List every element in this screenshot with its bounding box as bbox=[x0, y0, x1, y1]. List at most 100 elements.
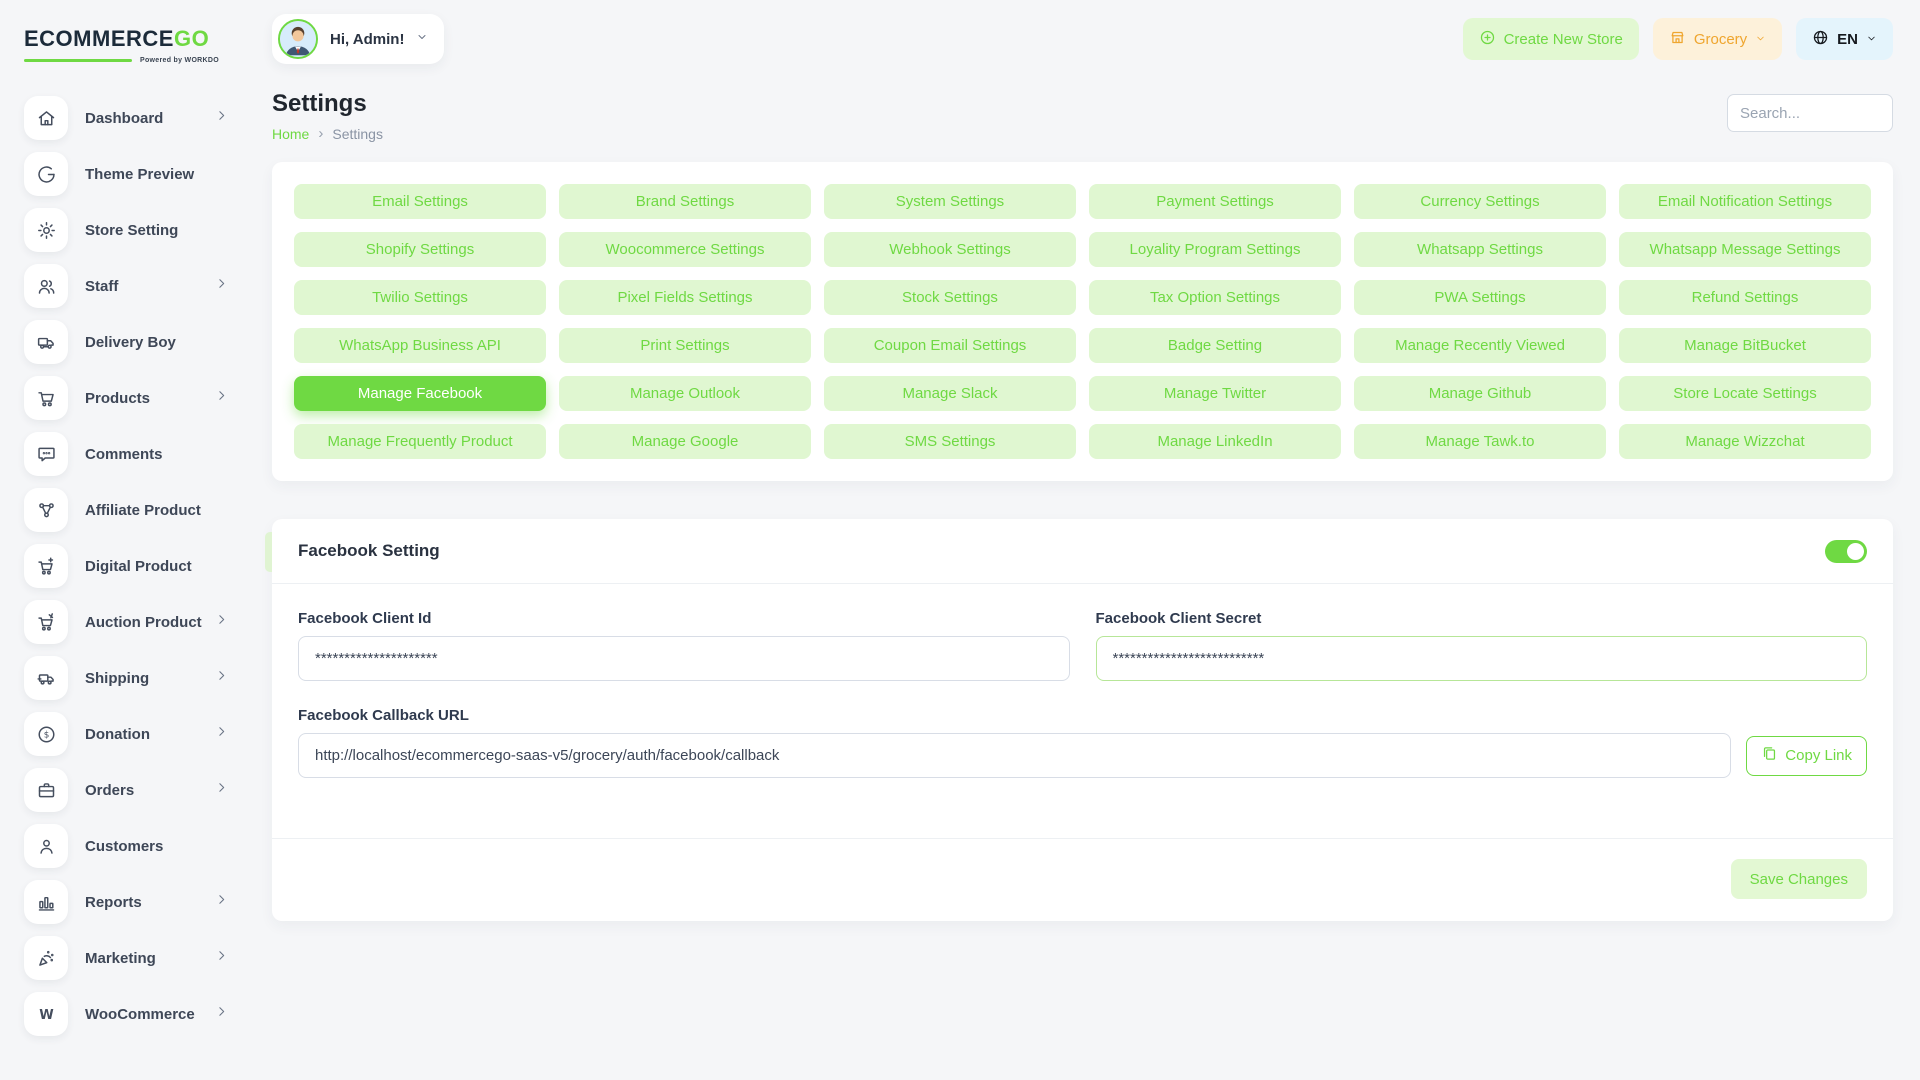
sidebar-item-label: Donation bbox=[85, 726, 150, 743]
comment-icon bbox=[24, 432, 68, 476]
callback-url-input[interactable] bbox=[298, 733, 1731, 778]
create-new-store-button[interactable]: Create New Store bbox=[1463, 18, 1639, 60]
dollar-circle-icon: $ bbox=[24, 712, 68, 756]
settings-tab-manage-recently-viewed[interactable]: Manage Recently Viewed bbox=[1354, 328, 1606, 363]
logo-main-text: ECOMMERCE bbox=[24, 26, 174, 51]
people-icon bbox=[24, 264, 68, 308]
cart-plus-icon bbox=[24, 544, 68, 588]
callback-field-group: Facebook Callback URL Copy Link bbox=[298, 707, 1867, 778]
sidebar-item-label: Affiliate Product bbox=[85, 502, 201, 519]
facebook-enable-toggle[interactable] bbox=[1825, 540, 1867, 563]
sidebar-item-woocommerce[interactable]: W WooCommerce bbox=[24, 986, 228, 1042]
sidebar-item-staff[interactable]: Staff bbox=[24, 258, 228, 314]
settings-tab-manage-google[interactable]: Manage Google bbox=[559, 424, 811, 459]
settings-tab-whatsapp-message-settings[interactable]: Whatsapp Message Settings bbox=[1619, 232, 1871, 267]
sidebar-item-products[interactable]: Products bbox=[24, 370, 228, 426]
sidebar-item-label: Digital Product bbox=[85, 558, 192, 575]
settings-tab-brand-settings[interactable]: Brand Settings bbox=[559, 184, 811, 219]
settings-tab-system-settings[interactable]: System Settings bbox=[824, 184, 1076, 219]
settings-tab-currency-settings[interactable]: Currency Settings bbox=[1354, 184, 1606, 219]
settings-tab-refund-settings[interactable]: Refund Settings bbox=[1619, 280, 1871, 315]
sidebar-item-store-setting[interactable]: Store Setting bbox=[24, 202, 228, 258]
sidebar-item-label: Reports bbox=[85, 894, 142, 911]
settings-tab-badge-setting[interactable]: Badge Setting bbox=[1089, 328, 1341, 363]
home-icon bbox=[24, 96, 68, 140]
sidebar-item-digital-product[interactable]: Digital Product bbox=[24, 538, 228, 594]
breadcrumb: Home › Settings bbox=[272, 125, 383, 142]
user-menu[interactable]: Hi, Admin! bbox=[272, 14, 444, 64]
settings-tab-whatsapp-business-api[interactable]: WhatsApp Business API bbox=[294, 328, 546, 363]
settings-tab-pwa-settings[interactable]: PWA Settings bbox=[1354, 280, 1606, 315]
settings-tab-whatsapp-settings[interactable]: Whatsapp Settings bbox=[1354, 232, 1606, 267]
chevron-right-icon bbox=[215, 781, 228, 799]
settings-tab-webhook-settings[interactable]: Webhook Settings bbox=[824, 232, 1076, 267]
user-greeting: Hi, Admin! bbox=[330, 31, 404, 48]
settings-tab-shopify-settings[interactable]: Shopify Settings bbox=[294, 232, 546, 267]
settings-tab-manage-slack[interactable]: Manage Slack bbox=[824, 376, 1076, 411]
callback-label: Facebook Callback URL bbox=[298, 707, 1867, 724]
client-id-input[interactable] bbox=[298, 636, 1070, 681]
settings-tab-payment-settings[interactable]: Payment Settings bbox=[1089, 184, 1341, 219]
settings-tab-sms-settings[interactable]: SMS Settings bbox=[824, 424, 1076, 459]
gear-icon bbox=[24, 208, 68, 252]
sidebar-item-customers[interactable]: Customers bbox=[24, 818, 228, 874]
sidebar-item-reports[interactable]: Reports bbox=[24, 874, 228, 930]
sidebar-item-label: Dashboard bbox=[85, 110, 163, 127]
settings-tab-store-locate-settings[interactable]: Store Locate Settings bbox=[1619, 376, 1871, 411]
language-selector-button[interactable]: EN bbox=[1796, 18, 1893, 60]
language-label: EN bbox=[1837, 31, 1858, 48]
settings-tab-coupon-email-settings[interactable]: Coupon Email Settings bbox=[824, 328, 1076, 363]
save-changes-button[interactable]: Save Changes bbox=[1731, 859, 1867, 899]
settings-tab-manage-linkedin[interactable]: Manage LinkedIn bbox=[1089, 424, 1341, 459]
settings-tab-loyality-program-settings[interactable]: Loyality Program Settings bbox=[1089, 232, 1341, 267]
sidebar-item-label: Delivery Boy bbox=[85, 334, 176, 351]
breadcrumb-home-link[interactable]: Home bbox=[272, 126, 309, 142]
settings-tab-twilio-settings[interactable]: Twilio Settings bbox=[294, 280, 546, 315]
cart-icon bbox=[24, 376, 68, 420]
cart-gavel-icon bbox=[24, 600, 68, 644]
sidebar-item-donation[interactable]: $ Donation bbox=[24, 706, 228, 762]
sidebar-item-label: Orders bbox=[85, 782, 134, 799]
settings-tab-manage-wizzchat[interactable]: Manage Wizzchat bbox=[1619, 424, 1871, 459]
settings-tab-manage-tawkto[interactable]: Manage Tawk.to bbox=[1354, 424, 1606, 459]
sidebar-item-comments[interactable]: Comments bbox=[24, 426, 228, 482]
store-switcher-button[interactable]: Grocery bbox=[1653, 18, 1782, 60]
sidebar-item-shipping[interactable]: Shipping bbox=[24, 650, 228, 706]
woocommerce-icon: W bbox=[24, 992, 68, 1036]
settings-grid: Email Settings Brand Settings System Set… bbox=[294, 184, 1871, 459]
settings-tab-manage-frequently-product[interactable]: Manage Frequently Product bbox=[294, 424, 546, 459]
sidebar-item-orders[interactable]: Orders bbox=[24, 762, 228, 818]
settings-tab-manage-outlook[interactable]: Manage Outlook bbox=[559, 376, 811, 411]
sidebar-item-label: Store Setting bbox=[85, 222, 178, 239]
sidebar-item-dashboard[interactable]: Dashboard bbox=[24, 90, 228, 146]
sidebar-item-label: WooCommerce bbox=[85, 1006, 195, 1023]
chevron-right-icon bbox=[215, 613, 228, 631]
copy-link-button[interactable]: Copy Link bbox=[1746, 736, 1867, 776]
sidebar-item-delivery-boy[interactable]: Delivery Boy bbox=[24, 314, 228, 370]
settings-tab-stock-settings[interactable]: Stock Settings bbox=[824, 280, 1076, 315]
sidebar: ECOMMERCEGO Powered by WORKDO Dashboard … bbox=[0, 0, 250, 1080]
settings-tab-email-notification-settings[interactable]: Email Notification Settings bbox=[1619, 184, 1871, 219]
client-secret-field-group: Facebook Client Secret bbox=[1096, 610, 1868, 681]
settings-tab-manage-bitbucket[interactable]: Manage BitBucket bbox=[1619, 328, 1871, 363]
sidebar-item-theme-preview[interactable]: Theme Preview bbox=[24, 146, 228, 202]
facebook-setting-title: Facebook Setting bbox=[298, 541, 440, 561]
client-secret-input[interactable] bbox=[1096, 636, 1868, 681]
chevron-down-icon bbox=[1866, 31, 1877, 48]
settings-tab-print-settings[interactable]: Print Settings bbox=[559, 328, 811, 363]
plus-circle-icon bbox=[1479, 29, 1496, 50]
sidebar-item-label: Shipping bbox=[85, 670, 149, 687]
settings-tab-woocommerce-settings[interactable]: Woocommerce Settings bbox=[559, 232, 811, 267]
settings-tab-tax-option-settings[interactable]: Tax Option Settings bbox=[1089, 280, 1341, 315]
sidebar-item-auction-product[interactable]: Auction Product bbox=[24, 594, 228, 650]
settings-tab-manage-facebook[interactable]: Manage Facebook bbox=[294, 376, 546, 411]
sidebar-item-affiliate-product[interactable]: Affiliate Product bbox=[24, 482, 228, 538]
settings-tab-pixel-fields-settings[interactable]: Pixel Fields Settings bbox=[559, 280, 811, 315]
search-input[interactable] bbox=[1727, 94, 1893, 132]
chevron-right-icon bbox=[215, 893, 228, 911]
settings-tab-email-settings[interactable]: Email Settings bbox=[294, 184, 546, 219]
settings-tab-manage-github[interactable]: Manage Github bbox=[1354, 376, 1606, 411]
settings-tab-manage-twitter[interactable]: Manage Twitter bbox=[1089, 376, 1341, 411]
sidebar-item-marketing[interactable]: Marketing bbox=[24, 930, 228, 986]
chevron-right-icon bbox=[215, 277, 228, 295]
